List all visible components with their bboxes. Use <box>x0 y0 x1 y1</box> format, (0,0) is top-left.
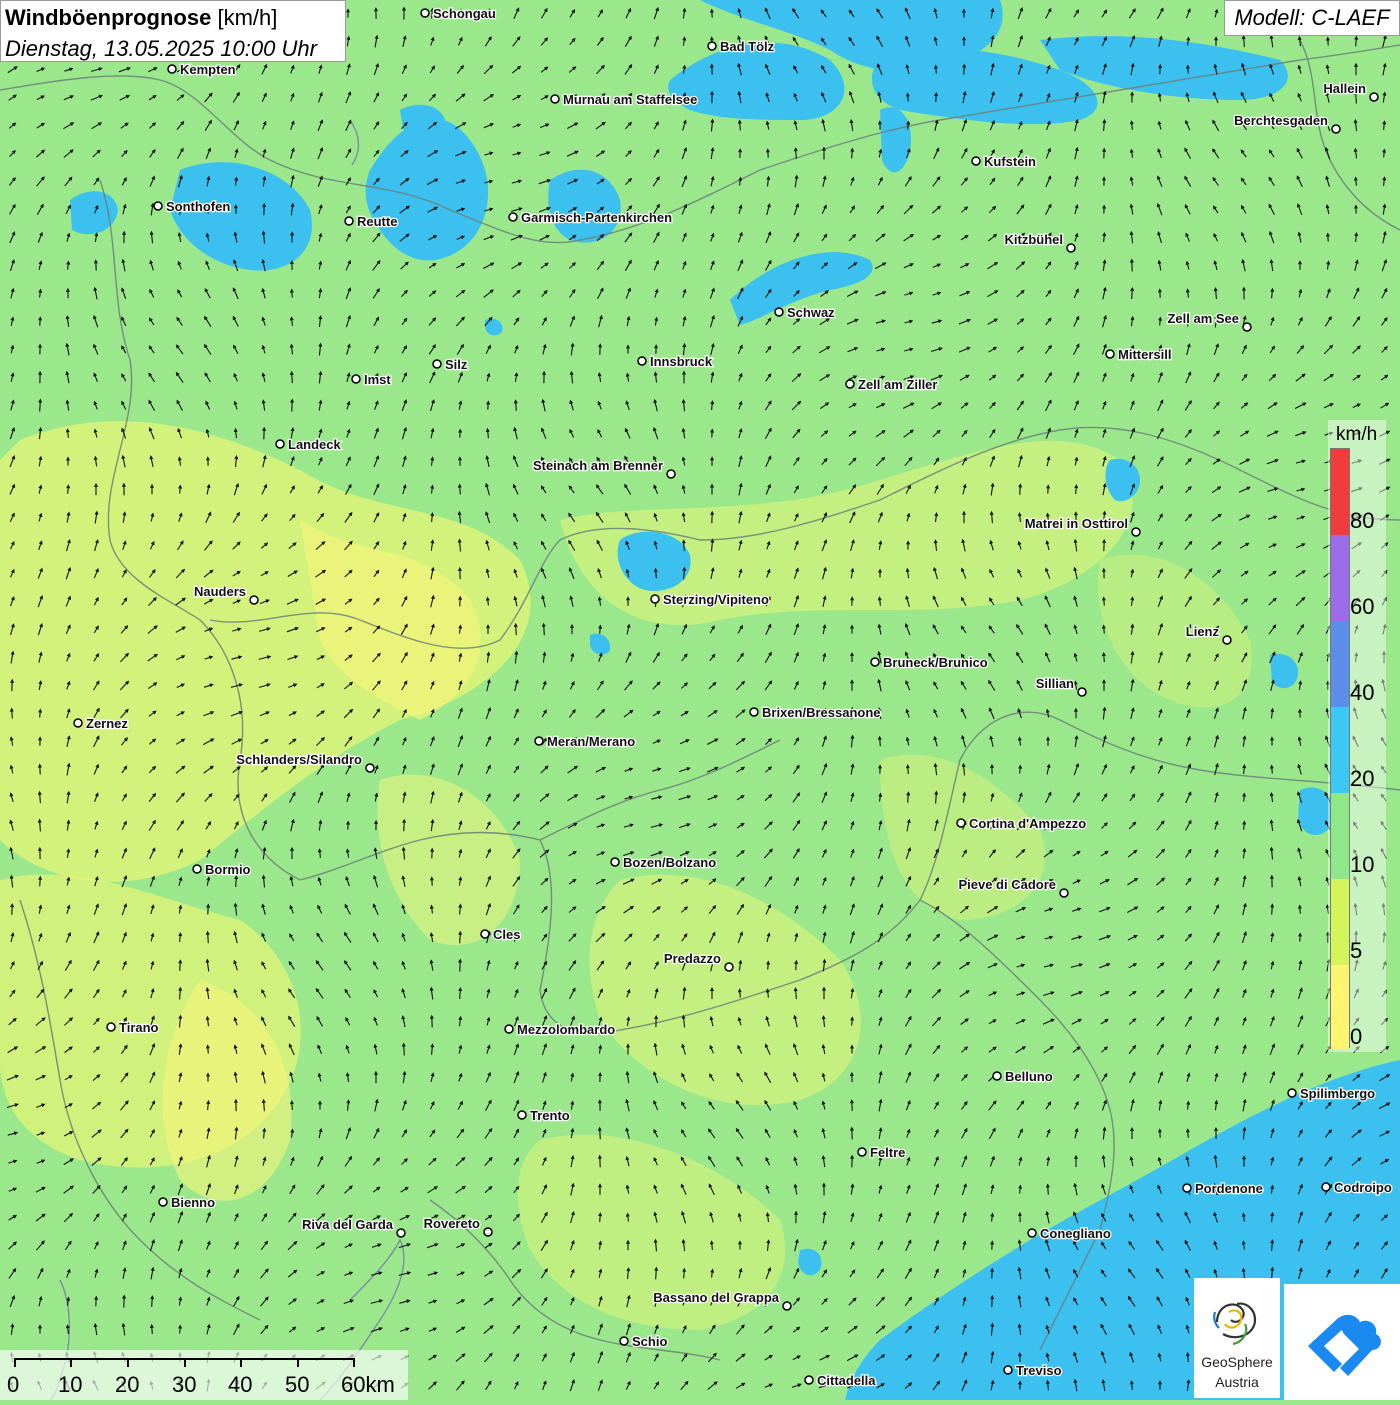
wind-gust-map: SchongauKemptenBad TölzMurnau am Staffel… <box>0 0 1400 1400</box>
